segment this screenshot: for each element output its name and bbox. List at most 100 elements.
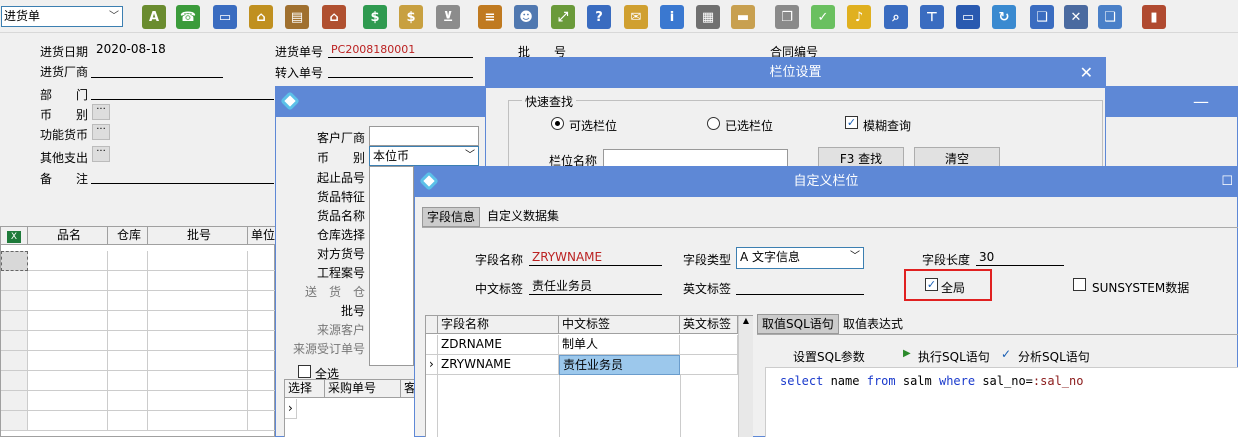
tab-expression[interactable]: 取值表达式	[839, 315, 907, 335]
row-header[interactable]	[1, 371, 28, 391]
chevron-down-icon[interactable]: ﹀	[106, 7, 122, 26]
table-cell[interactable]	[28, 391, 108, 411]
table-cell[interactable]	[108, 411, 148, 431]
table-cell[interactable]	[108, 311, 148, 331]
table-cell[interactable]	[248, 331, 276, 351]
home-icon[interactable]: ⌂	[322, 5, 346, 29]
copy-icon[interactable]: ❐	[775, 5, 799, 29]
table-cell[interactable]	[108, 371, 148, 391]
cn-label-input[interactable]: 责任业务员	[529, 279, 662, 295]
global-checkbox[interactable]: ✓	[925, 278, 938, 291]
info-icon[interactable]: i	[660, 5, 684, 29]
money-bag-icon[interactable]: $	[399, 5, 423, 29]
radio-selected[interactable]	[707, 117, 720, 130]
table-row[interactable]	[1, 251, 28, 271]
col-header-select[interactable]: 选择	[285, 380, 325, 398]
table-cell[interactable]	[28, 291, 108, 311]
table-cell[interactable]	[248, 391, 276, 411]
table-cell[interactable]: ZRYWNAME	[438, 355, 559, 375]
table-cell-selected[interactable]: 责任业务员	[559, 355, 680, 375]
play-icon[interactable]: ▶	[903, 348, 911, 359]
field-name-input[interactable]: ZRYWNAME	[529, 250, 662, 266]
col-header-batch[interactable]: 批号	[148, 227, 248, 245]
table-cell[interactable]	[28, 271, 108, 291]
table-cell[interactable]	[108, 271, 148, 291]
org-chart-icon[interactable]: ⊤	[920, 5, 944, 29]
sql-editor[interactable]: select name from salm where sal_no=:sal_…	[765, 367, 1238, 437]
row-header[interactable]	[1, 291, 28, 311]
field-type-select[interactable]: A 文字信息 ﹀	[736, 247, 864, 269]
calculator-icon[interactable]: ▦	[696, 5, 720, 29]
order-no-field[interactable]: PC2008180001	[328, 42, 473, 58]
clipboard-icon[interactable]: ≡	[478, 5, 502, 29]
table-cell[interactable]	[148, 411, 248, 431]
lock-icon[interactable]: ⌂	[249, 5, 273, 29]
parse-sql-button[interactable]: 分析SQL语句	[1018, 348, 1090, 365]
grid-scrollbar[interactable]: ▲	[738, 316, 753, 437]
mail-icon[interactable]: ✉	[624, 5, 648, 29]
briefcase-icon[interactable]: ▤	[285, 5, 309, 29]
table-cell[interactable]	[148, 391, 248, 411]
table-cell[interactable]	[108, 331, 148, 351]
table-cell[interactable]	[148, 271, 248, 291]
refresh-icon[interactable]: ↻	[992, 5, 1016, 29]
spell-check-icon[interactable]: A	[142, 5, 166, 29]
table-cell[interactable]	[28, 311, 108, 331]
table-cell[interactable]	[148, 251, 248, 271]
currency-select[interactable]: 本位币 ﹀	[369, 146, 479, 166]
field-length-input[interactable]: 30	[976, 250, 1064, 266]
bell-icon[interactable]: ♪	[847, 5, 871, 29]
row-header[interactable]	[1, 311, 28, 331]
maximize-icon[interactable]: ☐	[1221, 167, 1233, 197]
table-cell[interactable]	[248, 271, 276, 291]
table-cell[interactable]	[28, 411, 108, 431]
row-header[interactable]	[1, 271, 28, 291]
sunsystem-checkbox[interactable]	[1073, 278, 1086, 291]
minimize-icon[interactable]: —	[1193, 87, 1209, 117]
en-label-input[interactable]	[736, 279, 864, 295]
table-cell[interactable]	[148, 291, 248, 311]
close-icon[interactable]: ✕	[1064, 5, 1088, 29]
customer-field[interactable]	[369, 126, 479, 146]
doc-type-select[interactable]: 进货单 ﹀	[1, 6, 123, 27]
excel-icon[interactable]: X	[1, 227, 28, 245]
set-params-button[interactable]: 设置SQL参数	[793, 348, 865, 365]
table-cell[interactable]	[248, 351, 276, 371]
scroll-up-icon[interactable]: ▲	[739, 316, 753, 325]
table-cell[interactable]	[248, 411, 276, 431]
folder-icon[interactable]: ▬	[731, 5, 755, 29]
close-icon[interactable]: ✕	[1080, 58, 1093, 88]
table-cell[interactable]	[248, 291, 276, 311]
users-icon[interactable]: ☻	[514, 5, 538, 29]
window-alt-icon[interactable]: ❑	[1098, 5, 1122, 29]
table-cell[interactable]	[108, 291, 148, 311]
currency-lookup-button[interactable]: ···	[92, 104, 110, 120]
table-cell[interactable]	[28, 251, 108, 271]
table-cell[interactable]	[148, 331, 248, 351]
table-cell[interactable]	[248, 371, 276, 391]
table-cell[interactable]	[680, 335, 738, 355]
other-expense-lookup-button[interactable]: ···	[92, 146, 110, 162]
row-header[interactable]	[1, 411, 28, 431]
table-cell[interactable]	[680, 355, 738, 375]
col-header-field-name[interactable]: 字段名称	[438, 316, 559, 334]
col-header-cn-label[interactable]: 中文标签	[559, 316, 680, 334]
table-cell[interactable]	[28, 371, 108, 391]
tab-sql-statement[interactable]: 取值SQL语句	[757, 314, 839, 334]
row-header[interactable]	[1, 331, 28, 351]
tab-custom-dataset[interactable]: 自定义数据集	[483, 207, 563, 227]
chevron-down-icon[interactable]: ﹀	[850, 248, 860, 266]
search-icon[interactable]: ⌕	[884, 5, 908, 29]
radio-available[interactable]	[551, 117, 564, 130]
tab-field-info[interactable]: 字段信息	[422, 207, 481, 227]
table-cell[interactable]	[148, 311, 248, 331]
table-cell[interactable]	[108, 251, 148, 271]
table-cell[interactable]	[148, 371, 248, 391]
col-header-unit[interactable]: 单位	[248, 227, 276, 245]
table-cell[interactable]	[28, 331, 108, 351]
col-header-en-label[interactable]: 英文标签	[680, 316, 738, 334]
date-field[interactable]: 2020-08-18	[93, 42, 223, 58]
window-icon[interactable]: ❑	[1030, 5, 1054, 29]
supplier-field[interactable]	[91, 62, 223, 78]
table-cell[interactable]	[28, 351, 108, 371]
